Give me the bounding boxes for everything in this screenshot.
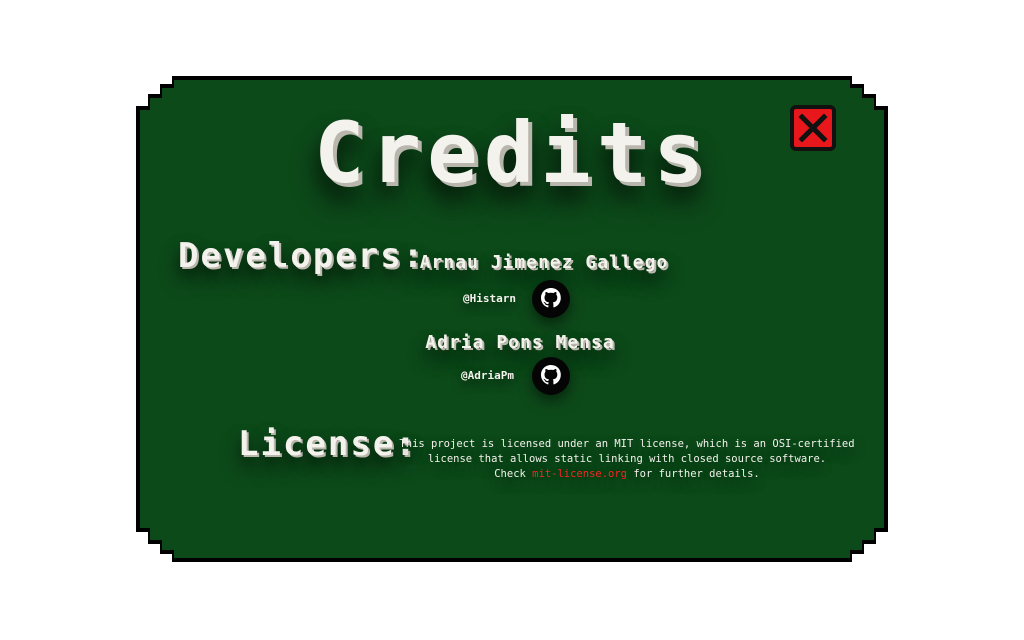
license-heading: License: [238,424,418,464]
mit-license-link[interactable]: mit-license.org [532,468,627,480]
license-line-suffix: for further details. [627,468,760,480]
license-text: This project is licensed under an MIT li… [392,437,862,482]
github-icon[interactable] [532,280,570,318]
developer-name: Adria Pons Mensa [425,332,615,353]
license-line-prefix: Check [494,468,533,480]
github-icon[interactable] [532,357,570,395]
license-line: Check mit-license.org for further detail… [392,467,862,482]
developer-handle: @Histarn [463,292,516,305]
developer-name: Arnau Jimenez Gallego [419,252,669,273]
developer-handle: @AdriaPm [461,369,514,382]
close-x-icon [798,113,828,143]
license-line: This project is licensed under an MIT li… [399,438,855,450]
developers-heading: Developers: [178,236,426,276]
close-button[interactable] [790,105,836,151]
page-title: Credits [313,104,710,202]
license-line: license that allows static linking with … [427,453,827,465]
